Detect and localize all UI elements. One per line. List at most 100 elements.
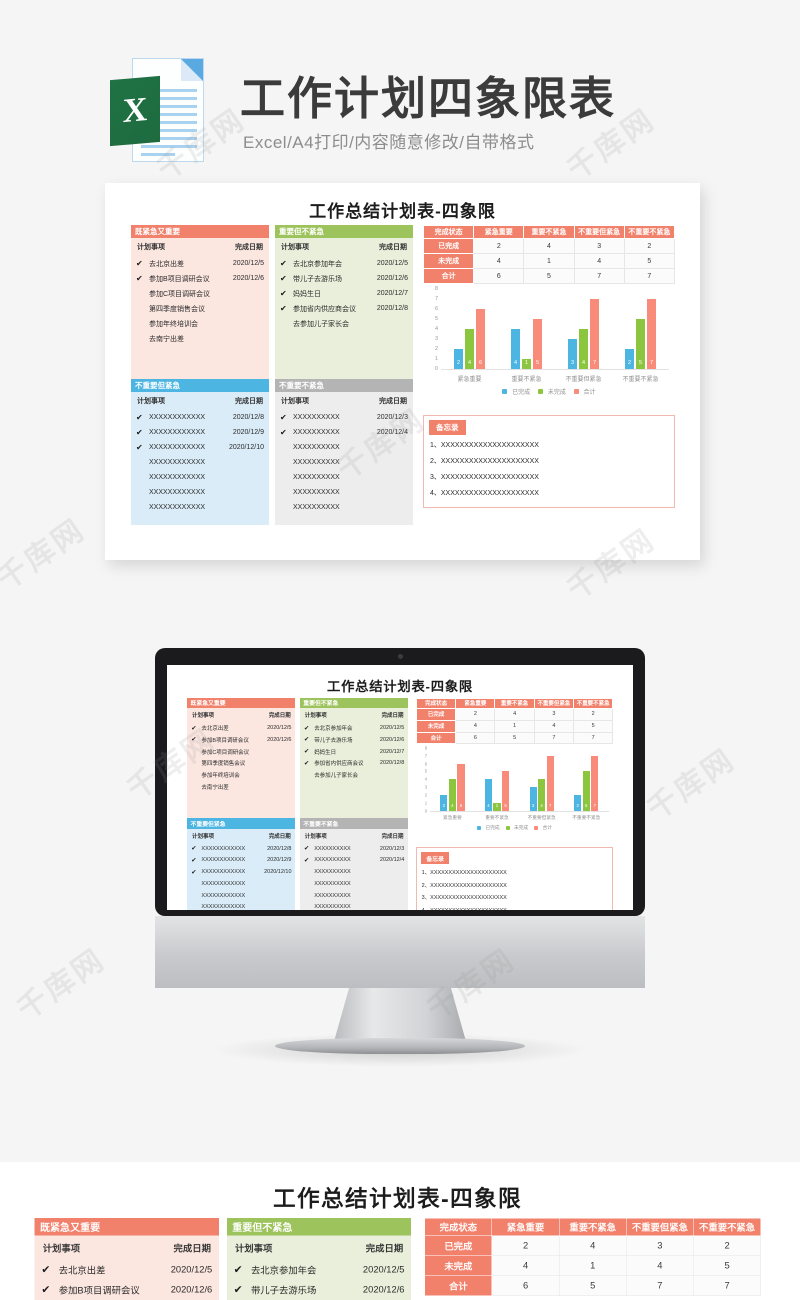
plan-item-row[interactable]: ✔ XXXXXXXXXX 2020/12/4 — [304, 855, 404, 867]
plan-item-row[interactable]: 去南宁出差 — [191, 781, 291, 793]
checkmark-icon[interactable]: ✔ — [191, 857, 201, 864]
plan-item-row[interactable]: XXXXXXXXXX — [304, 866, 404, 878]
memo-line[interactable]: 1、XXXXXXXXXXXXXXXXXXXXX — [424, 437, 674, 453]
plan-item-row[interactable]: 第四季度销售会议 — [136, 301, 264, 316]
plan-item-row[interactable]: ✔ XXXXXXXXXX 2020/12/4 — [280, 425, 408, 440]
chart-bar[interactable]: 4 — [511, 329, 520, 369]
checkmark-icon[interactable]: ✔ — [304, 736, 314, 743]
memo-line[interactable]: 2、XXXXXXXXXXXXXXXXXXXXX — [424, 453, 674, 469]
plan-item-row[interactable]: XXXXXXXXXX — [304, 878, 404, 890]
chart-bar[interactable]: 4 — [538, 779, 546, 811]
plan-item-row[interactable]: ✔ 妈妈生日 2020/12/7 — [304, 746, 404, 758]
plan-item-row[interactable]: ✔ 参加B项目调研会议 2020/12/6 — [191, 734, 291, 746]
checkmark-icon[interactable]: ✔ — [280, 289, 293, 298]
chart-bar[interactable]: 6 — [476, 309, 485, 369]
plan-item-row[interactable]: ✔ 去北京参加年会 2020/12/5 — [304, 722, 404, 734]
checkmark-icon[interactable]: ✔ — [41, 1283, 58, 1296]
plan-item-row[interactable]: XXXXXXXXXXXX — [136, 485, 264, 500]
chart-bar[interactable]: 1 — [522, 359, 531, 369]
plan-item-row[interactable]: XXXXXXXXXXXX — [191, 878, 291, 890]
memo-line[interactable]: 2、XXXXXXXXXXXXXXXXXXXXX — [417, 878, 612, 891]
plan-item-row[interactable]: XXXXXXXXXXXX — [136, 455, 264, 470]
plan-item-row[interactable]: ✔ 带儿子去游乐场 2020/12/6 — [304, 734, 404, 746]
checkmark-icon[interactable]: ✔ — [304, 857, 314, 864]
checkmark-icon[interactable]: ✔ — [191, 725, 201, 732]
checkmark-icon[interactable]: ✔ — [136, 413, 149, 422]
chart-bar[interactable]: 4 — [579, 329, 588, 369]
checkmark-icon[interactable]: ✔ — [136, 274, 149, 283]
chart-bar[interactable]: 5 — [582, 771, 590, 811]
chart-bar[interactable]: 3 — [529, 787, 537, 811]
plan-item-row[interactable]: 参加C项目调研会议 — [136, 286, 264, 301]
chart-bar[interactable]: 2 — [440, 794, 448, 811]
plan-item-row[interactable]: XXXXXXXXXXXX — [136, 470, 264, 485]
plan-item-row[interactable]: ✔ XXXXXXXXXXXX 2020/12/8 — [191, 843, 291, 855]
plan-item-row[interactable]: ✔ XXXXXXXXXXXX 2020/12/10 — [136, 440, 264, 455]
chart-bar[interactable]: 3 — [568, 339, 577, 369]
plan-item-row[interactable]: 第四季度销售会议 — [191, 758, 291, 770]
plan-item-row[interactable]: ✔ XXXXXXXXXXXX 2020/12/9 — [136, 425, 264, 440]
chart-bar[interactable]: 7 — [591, 755, 599, 811]
chart-bar[interactable]: 7 — [590, 299, 599, 369]
plan-item-row[interactable]: XXXXXXXXXX — [280, 440, 408, 455]
checkmark-icon[interactable]: ✔ — [280, 259, 293, 268]
plan-item-row[interactable]: XXXXXXXXXX — [280, 470, 408, 485]
checkmark-icon[interactable]: ✔ — [191, 869, 201, 876]
legend-entry[interactable]: 合计 — [573, 387, 596, 396]
memo-line[interactable]: 4、XXXXXXXXXXXXXXXXXXXXX — [417, 904, 612, 910]
chart-bar[interactable]: 2 — [574, 794, 582, 811]
legend-entry[interactable]: 已完成 — [502, 387, 530, 396]
plan-item-row[interactable]: XXXXXXXXXXXX — [191, 902, 291, 910]
plan-item-row[interactable]: 参加年终培训会 — [136, 316, 264, 331]
legend-entry[interactable]: 未完成 — [505, 825, 528, 831]
checkmark-icon[interactable]: ✔ — [136, 443, 149, 452]
plan-item-row[interactable]: 去参加儿子家长会 — [304, 769, 404, 781]
plan-item-row[interactable]: 去参加儿子家长会 — [280, 316, 408, 331]
checkmark-icon[interactable]: ✔ — [280, 304, 293, 313]
memo-line[interactable]: 3、XXXXXXXXXXXXXXXXXXXXX — [417, 891, 612, 904]
chart-bar[interactable]: 4 — [448, 779, 456, 811]
chart-bar[interactable]: 2 — [454, 349, 463, 369]
plan-item-row[interactable]: 去南宁出差 — [136, 331, 264, 346]
checkmark-icon[interactable]: ✔ — [280, 274, 293, 283]
plan-item-row[interactable]: ✔ XXXXXXXXXXXX 2020/12/8 — [136, 410, 264, 425]
plan-item-row[interactable]: XXXXXXXXXXXX — [136, 500, 264, 515]
plan-item-row[interactable]: ✔ XXXXXXXXXXXX 2020/12/10 — [191, 866, 291, 878]
checkmark-icon[interactable]: ✔ — [191, 845, 201, 852]
legend-entry[interactable]: 已完成 — [477, 825, 500, 831]
checkmark-icon[interactable]: ✔ — [234, 1263, 251, 1276]
plan-item-row[interactable]: ✔ XXXXXXXXXXXX 2020/12/9 — [191, 855, 291, 867]
plan-item-row[interactable]: ✔ 去北京参加年会 2020/12/5 — [234, 1260, 405, 1280]
plan-item-row[interactable]: ✔ XXXXXXXXXX 2020/12/3 — [304, 843, 404, 855]
legend-entry[interactable]: 合计 — [534, 825, 552, 831]
plan-item-row[interactable]: 参加C项目调研会议 — [191, 746, 291, 758]
plan-item-row[interactable]: XXXXXXXXXX — [304, 902, 404, 910]
legend-entry[interactable]: 未完成 — [538, 387, 566, 396]
checkmark-icon[interactable]: ✔ — [41, 1263, 58, 1276]
plan-item-row[interactable]: XXXXXXXXXX — [280, 455, 408, 470]
plan-item-row[interactable]: 参加年终培训会 — [191, 769, 291, 781]
plan-item-row[interactable]: ✔ 参加B项目调研会议 2020/12/6 — [136, 271, 264, 286]
chart-bar[interactable]: 1 — [493, 802, 501, 811]
chart-bar[interactable]: 5 — [502, 771, 510, 811]
memo-line[interactable]: 1、XXXXXXXXXXXXXXXXXXXXX — [417, 866, 612, 879]
plan-item-row[interactable]: XXXXXXXXXXXX — [191, 890, 291, 902]
plan-item-row[interactable]: ✔ XXXXXXXXXX 2020/12/3 — [280, 410, 408, 425]
checkmark-icon[interactable]: ✔ — [304, 748, 314, 755]
chart-bar[interactable]: 5 — [636, 319, 645, 369]
chart-bar[interactable]: 5 — [533, 319, 542, 369]
chart-bar[interactable]: 7 — [647, 299, 656, 369]
plan-item-row[interactable]: XXXXXXXXXX — [304, 890, 404, 902]
checkmark-icon[interactable]: ✔ — [280, 413, 293, 422]
chart-bar[interactable]: 7 — [546, 755, 554, 811]
plan-item-row[interactable]: ✔ 参加省内供应商会议 2020/12/8 — [304, 758, 404, 770]
plan-item-row[interactable]: XXXXXXXXXX — [280, 500, 408, 515]
plan-item-row[interactable]: ✔ 去北京出差 2020/12/5 — [41, 1260, 212, 1280]
checkmark-icon[interactable]: ✔ — [136, 259, 149, 268]
plan-item-row[interactable]: ✔ 去北京出差 2020/12/5 — [191, 722, 291, 734]
plan-item-row[interactable]: ✔ 参加B项目调研会议 2020/12/6 — [41, 1280, 212, 1300]
plan-item-row[interactable]: ✔ 带儿子去游乐场 2020/12/6 — [234, 1280, 405, 1300]
checkmark-icon[interactable]: ✔ — [191, 736, 201, 743]
checkmark-icon[interactable]: ✔ — [136, 428, 149, 437]
memo-line[interactable]: 3、XXXXXXXXXXXXXXXXXXXXX — [424, 469, 674, 485]
